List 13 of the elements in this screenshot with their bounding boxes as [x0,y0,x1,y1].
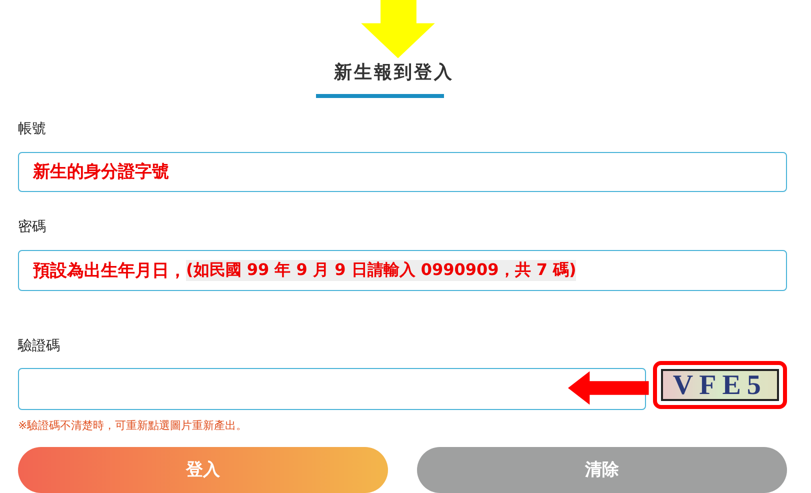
field-label: 帳號 [18,120,47,140]
input-field[interactable]: 新生的身分證字號 [18,152,787,192]
input-field[interactable] [18,368,646,410]
clear-button[interactable]: 清除 [417,446,787,493]
input-field[interactable]: 預設為出生年月日，(如民國 99 年 9 月 9 日請輸入 0990909，共 7 碼) [18,250,787,291]
captcha-image[interactable]: VFE5 [652,360,787,409]
field-label: 驗證碼 [18,336,61,356]
login-button[interactable]: 登入 [18,446,388,493]
arrow-down-icon [360,0,436,58]
page-title: 新生報到登入 [334,61,454,84]
arrow-left-icon [568,370,649,405]
field-label: 密碼 [18,218,47,238]
hint-text: ※驗證碼不清楚時，可重新點選圖片重新產出。 [18,418,248,433]
